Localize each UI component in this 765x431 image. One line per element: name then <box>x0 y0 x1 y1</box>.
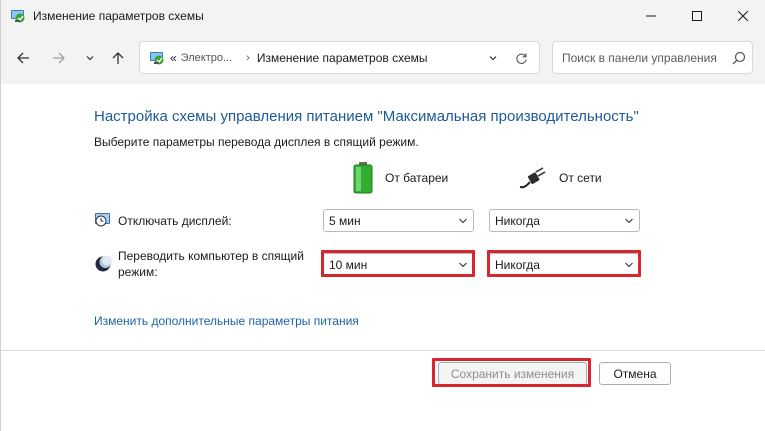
chevron-down-icon <box>86 56 94 61</box>
chevron-down-icon <box>459 218 467 224</box>
sleep-label-line2: режим: <box>118 265 158 279</box>
minimize-icon <box>646 15 656 17</box>
search-input[interactable]: Поиск в панели управления <box>552 41 753 74</box>
maximize-button[interactable] <box>674 0 720 32</box>
breadcrumb-overflow[interactable]: « <box>170 51 177 65</box>
chevron-right-icon: › <box>246 52 250 64</box>
plugged-in-column-header: От сети <box>519 160 602 196</box>
refresh-button[interactable] <box>513 50 529 66</box>
sleep-label-line1: Переводить компьютер в спящий <box>118 249 304 263</box>
display-battery-select[interactable]: 5 мин <box>323 209 474 232</box>
turn-off-display-label: Отключать дисплей: <box>118 214 232 228</box>
power-plug-icon <box>519 167 546 189</box>
breadcrumb-item-current[interactable]: Изменение параметров схемы <box>257 51 428 65</box>
address-bar[interactable]: « Электро... › Изменение параметров схем… <box>139 41 540 74</box>
close-button[interactable] <box>720 0 765 32</box>
chevron-down-icon <box>625 218 633 224</box>
battery-icon <box>353 162 373 194</box>
close-icon <box>738 11 748 21</box>
footer-divider <box>1 350 765 351</box>
maximize-icon <box>692 11 702 21</box>
sleep-moon-icon <box>95 255 112 272</box>
page-title: Настройка схемы управления питанием "Мак… <box>94 108 639 125</box>
arrow-left-icon <box>17 52 29 64</box>
forward-button[interactable] <box>49 48 69 68</box>
highlight-frame <box>321 250 475 277</box>
advanced-settings-link[interactable]: Изменить дополнительные параметры питани… <box>94 314 359 328</box>
power-options-icon <box>11 10 25 23</box>
search-icon <box>732 51 746 65</box>
up-button[interactable] <box>108 48 128 68</box>
chevron-down-icon <box>489 56 497 61</box>
arrow-right-icon <box>53 52 65 64</box>
display-plugged-value: Никогда <box>495 214 540 228</box>
arrow-up-icon <box>112 52 124 64</box>
title-bar: Изменение параметров схемы <box>1 0 765 32</box>
navigation-bar: « Электро... › Изменение параметров схем… <box>1 32 765 84</box>
control-panel-window: Изменение параметров схемы « Электро... … <box>0 0 765 431</box>
display-battery-value: 5 мин <box>329 214 361 228</box>
breadcrumb: « Электро... › Изменение параметров схем… <box>170 51 428 65</box>
sleep-label: Переводить компьютер в спящий режим: <box>118 248 304 280</box>
minimize-button[interactable] <box>628 0 674 32</box>
recent-locations-button[interactable] <box>80 48 100 68</box>
display-plugged-select[interactable]: Никогда <box>489 209 640 232</box>
plugged-in-column-label: От сети <box>559 171 602 185</box>
back-button[interactable] <box>13 48 33 68</box>
window-title: Изменение параметров схемы <box>33 9 204 23</box>
breadcrumb-item-power[interactable]: Электро... <box>181 52 232 64</box>
page-description: Выберите параметры перевода дисплея в сп… <box>94 135 419 149</box>
power-options-icon <box>150 52 164 65</box>
address-history-button[interactable] <box>485 50 501 66</box>
refresh-icon <box>515 52 527 64</box>
battery-column-header: От батареи <box>353 160 448 196</box>
search-placeholder: Поиск в панели управления <box>562 51 717 65</box>
battery-column-label: От батареи <box>385 171 449 185</box>
cancel-button[interactable]: Отмена <box>599 362 671 385</box>
highlight-frame <box>432 358 591 387</box>
highlight-frame <box>487 250 641 277</box>
display-timer-icon <box>95 213 110 227</box>
